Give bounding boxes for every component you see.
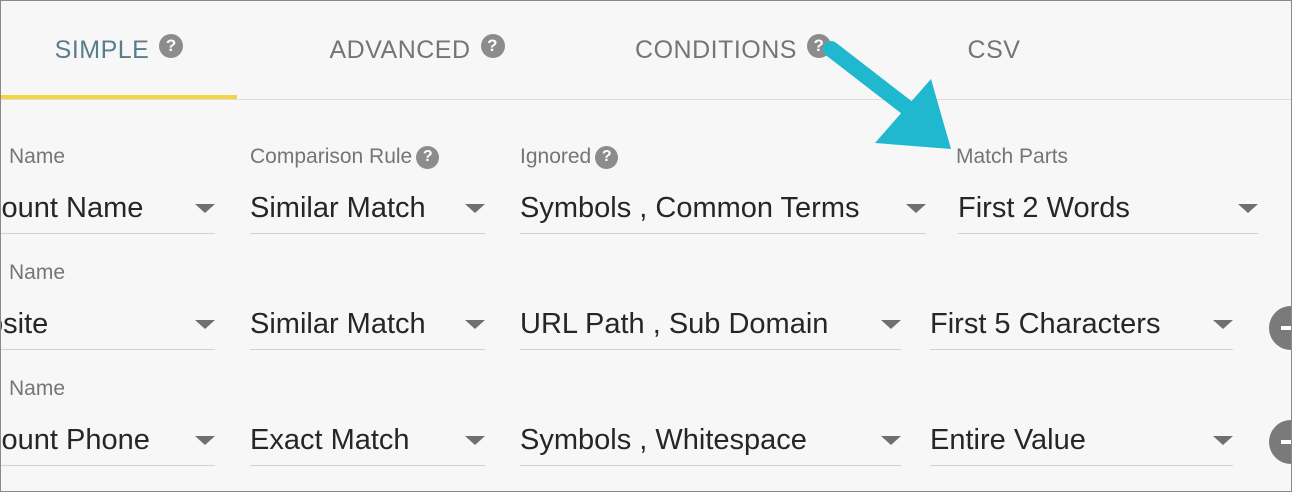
- field-select[interactable]: bsite: [1, 299, 215, 350]
- comparison-rule-select[interactable]: Similar Match: [250, 183, 485, 234]
- match-parts-label: Match Parts: [956, 145, 1069, 168]
- comparison-rule-value: Exact Match: [250, 423, 410, 456]
- caret-down-icon: [465, 436, 485, 445]
- comparison-rule-select[interactable]: Exact Match: [250, 415, 485, 466]
- tab-simple[interactable]: SIMPLE ?: [1, 1, 237, 99]
- comparison-rule-value: Similar Match: [250, 191, 426, 224]
- match-parts-select[interactable]: First 2 Words: [958, 183, 1258, 234]
- field-select[interactable]: count Name: [0, 183, 215, 234]
- match-parts-select[interactable]: Entire Value: [930, 415, 1233, 466]
- caret-down-icon: [195, 204, 215, 213]
- ignored-select[interactable]: URL Path , Sub Domain: [520, 299, 901, 350]
- help-icon[interactable]: ?: [416, 145, 440, 169]
- caret-down-icon: [881, 436, 901, 445]
- caret-down-icon: [195, 436, 215, 445]
- help-icon[interactable]: ?: [595, 145, 619, 169]
- help-icon[interactable]: ?: [480, 34, 505, 58]
- comparison-rule-select[interactable]: Similar Match: [250, 299, 485, 350]
- remove-row-button[interactable]: [1269, 420, 1291, 464]
- tab-advanced[interactable]: ADVANCED ?: [301, 1, 533, 99]
- field-name-label: Name: [9, 261, 66, 284]
- caret-down-icon: [465, 204, 485, 213]
- match-rules-panel: SIMPLE ? ADVANCED ? CONDITIONS ? CSV Nam…: [0, 0, 1292, 492]
- field-name-label: Name: [9, 145, 66, 168]
- comparison-rule-value: Similar Match: [250, 307, 426, 340]
- field-select[interactable]: count Phone: [0, 415, 215, 466]
- help-icon[interactable]: ?: [159, 34, 184, 58]
- tab-conditions-label: CONDITIONS: [635, 35, 797, 64]
- tab-csv-label: CSV: [967, 35, 1021, 64]
- match-parts-value: Entire Value: [930, 423, 1086, 456]
- caret-down-icon: [906, 204, 926, 213]
- comparison-rule-label: Comparison Rule ?: [250, 145, 440, 169]
- match-parts-value: First 2 Words: [958, 191, 1130, 224]
- caret-down-icon: [881, 320, 901, 329]
- tab-advanced-label: ADVANCED: [329, 35, 471, 64]
- ignored-label-text: Ignored: [520, 145, 592, 168]
- ignored-label: Ignored ?: [520, 145, 619, 169]
- tab-simple-label: SIMPLE: [54, 35, 150, 64]
- caret-down-icon: [465, 320, 485, 329]
- arrow-icon: [823, 41, 951, 149]
- caret-down-icon: [195, 320, 215, 329]
- caret-down-icon: [1213, 320, 1233, 329]
- comparison-rule-label-text: Comparison Rule: [250, 145, 413, 168]
- field-select-value: count Phone: [0, 423, 150, 456]
- field-select-value: bsite: [1, 307, 49, 340]
- field-select-value: count Name: [0, 191, 144, 224]
- ignored-value: Symbols , Common Terms: [520, 191, 860, 224]
- remove-row-button[interactable]: [1269, 306, 1291, 350]
- match-parts-select[interactable]: First 5 Characters: [930, 299, 1233, 350]
- caret-down-icon: [1238, 204, 1258, 213]
- caret-down-icon: [1213, 436, 1233, 445]
- field-name-label: Name: [9, 377, 66, 400]
- ignored-select[interactable]: Symbols , Common Terms: [520, 183, 926, 234]
- tab-bar: SIMPLE ? ADVANCED ? CONDITIONS ? CSV: [1, 1, 1291, 100]
- active-tab-indicator: [1, 95, 237, 99]
- ignored-value: Symbols , Whitespace: [520, 423, 807, 456]
- match-parts-value: First 5 Characters: [930, 307, 1161, 340]
- ignored-value: URL Path , Sub Domain: [520, 307, 829, 340]
- ignored-select[interactable]: Symbols , Whitespace: [520, 415, 901, 466]
